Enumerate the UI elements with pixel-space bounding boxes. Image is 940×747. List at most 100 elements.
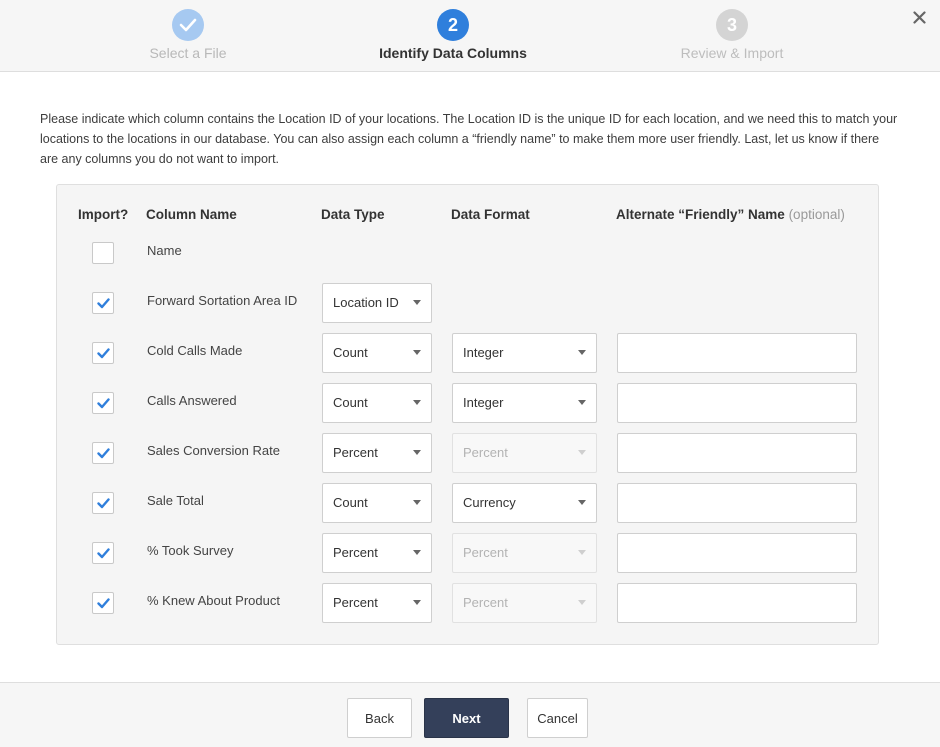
data-type-value: Percent — [333, 595, 378, 610]
import-checkbox[interactable] — [92, 592, 114, 614]
column-name: Sales Conversion Rate — [147, 443, 280, 458]
caret-down-icon — [578, 500, 586, 505]
friendly-name-input[interactable] — [617, 483, 857, 523]
table-row: Name — [57, 233, 880, 273]
step-label: Identify Data Columns — [379, 45, 527, 61]
data-type-select[interactable]: Percent — [322, 533, 432, 573]
import-checkbox[interactable] — [92, 242, 114, 264]
data-type-select[interactable]: Location ID — [322, 283, 432, 323]
friendly-name-input[interactable] — [617, 533, 857, 573]
caret-down-icon — [578, 450, 586, 455]
column-name: Name — [147, 243, 182, 258]
column-name: Cold Calls Made — [147, 343, 243, 358]
data-type-value: Count — [333, 395, 368, 410]
table-row: % Took Survey Percent Percent — [57, 533, 880, 573]
table-row: Cold Calls Made Count Integer — [57, 333, 880, 373]
data-type-select[interactable]: Count — [322, 333, 432, 373]
friendly-name-label: Alternate “Friendly” Name — [616, 207, 785, 222]
table-row: % Knew About Product Percent Percent — [57, 583, 880, 623]
check-icon — [96, 297, 110, 308]
friendly-name-input[interactable] — [617, 433, 857, 473]
data-type-value: Count — [333, 495, 368, 510]
data-format-select: Percent — [452, 533, 597, 573]
caret-down-icon — [413, 400, 421, 405]
caret-down-icon — [413, 450, 421, 455]
import-checkbox[interactable] — [92, 392, 114, 414]
caret-down-icon — [578, 550, 586, 555]
header-column-name: Column Name — [146, 207, 237, 222]
header-friendly-name: Alternate “Friendly” Name (optional) — [616, 207, 845, 222]
back-button[interactable]: Back — [347, 698, 412, 738]
instructions-text: Please indicate which column contains th… — [40, 112, 898, 166]
data-format-select[interactable]: Integer — [452, 383, 597, 423]
caret-down-icon — [413, 300, 421, 305]
data-format-value: Percent — [463, 445, 508, 460]
header-data-format: Data Format — [451, 207, 530, 222]
step-identify-columns[interactable]: 2 Identify Data Columns — [353, 9, 553, 61]
data-format-value: Percent — [463, 545, 508, 560]
friendly-name-input[interactable] — [617, 383, 857, 423]
header-import: Import? — [78, 207, 129, 222]
friendly-name-input[interactable] — [617, 583, 857, 623]
step-review-import[interactable]: 3 Review & Import — [632, 9, 832, 61]
next-button[interactable]: Next — [424, 698, 509, 738]
data-format-value: Integer — [463, 345, 504, 360]
caret-down-icon — [578, 350, 586, 355]
data-format-select: Percent — [452, 583, 597, 623]
table-row: Sales Conversion Rate Percent Percent — [57, 433, 880, 473]
data-format-select[interactable]: Integer — [452, 333, 597, 373]
data-format-value: Currency — [463, 495, 516, 510]
data-type-value: Percent — [333, 545, 378, 560]
step-number: 3 — [716, 9, 748, 41]
close-icon — [912, 10, 926, 24]
step-label: Review & Import — [680, 45, 784, 61]
step-label: Select a File — [149, 45, 227, 61]
data-type-select[interactable]: Percent — [322, 433, 432, 473]
column-name: Calls Answered — [147, 393, 237, 408]
step-select-file[interactable]: Select a File — [88, 9, 288, 61]
column-name: Forward Sortation Area ID — [147, 293, 298, 308]
wizard-footer: Back Next Cancel — [0, 682, 940, 747]
import-checkbox[interactable] — [92, 292, 114, 314]
friendly-name-input[interactable] — [617, 333, 857, 373]
check-icon — [96, 597, 110, 608]
caret-down-icon — [578, 600, 586, 605]
caret-down-icon — [413, 550, 421, 555]
caret-down-icon — [578, 400, 586, 405]
column-name: % Took Survey — [147, 543, 234, 558]
check-icon — [96, 397, 110, 408]
import-checkbox[interactable] — [92, 542, 114, 564]
check-icon — [96, 447, 110, 458]
import-checkbox[interactable] — [92, 442, 114, 464]
data-type-select[interactable]: Count — [322, 483, 432, 523]
table-row: Sale Total Count Currency — [57, 483, 880, 523]
data-type-value: Percent — [333, 445, 378, 460]
import-checkbox[interactable] — [92, 342, 114, 364]
data-type-value: Location ID — [333, 295, 399, 310]
data-format-select: Percent — [452, 433, 597, 473]
data-format-value: Percent — [463, 595, 508, 610]
column-mapping-panel: Import? Column Name Data Type Data Forma… — [56, 184, 879, 645]
import-checkbox[interactable] — [92, 492, 114, 514]
header-data-type: Data Type — [321, 207, 385, 222]
column-name: Sale Total — [147, 493, 204, 508]
check-icon — [96, 347, 110, 358]
caret-down-icon — [413, 500, 421, 505]
step-complete-check-icon — [172, 9, 204, 41]
data-format-value: Integer — [463, 395, 504, 410]
column-name: % Knew About Product — [147, 593, 280, 608]
table-row: Forward Sortation Area ID Location ID — [57, 283, 880, 323]
data-format-select[interactable]: Currency — [452, 483, 597, 523]
caret-down-icon — [413, 350, 421, 355]
check-icon — [96, 497, 110, 508]
data-type-value: Count — [333, 345, 368, 360]
table-row: Calls Answered Count Integer — [57, 383, 880, 423]
data-type-select[interactable]: Percent — [322, 583, 432, 623]
check-icon — [96, 547, 110, 558]
cancel-button[interactable]: Cancel — [527, 698, 588, 738]
step-number: 2 — [437, 9, 469, 41]
caret-down-icon — [413, 600, 421, 605]
optional-label: (optional) — [788, 207, 845, 222]
data-type-select[interactable]: Count — [322, 383, 432, 423]
close-button[interactable] — [908, 6, 930, 28]
